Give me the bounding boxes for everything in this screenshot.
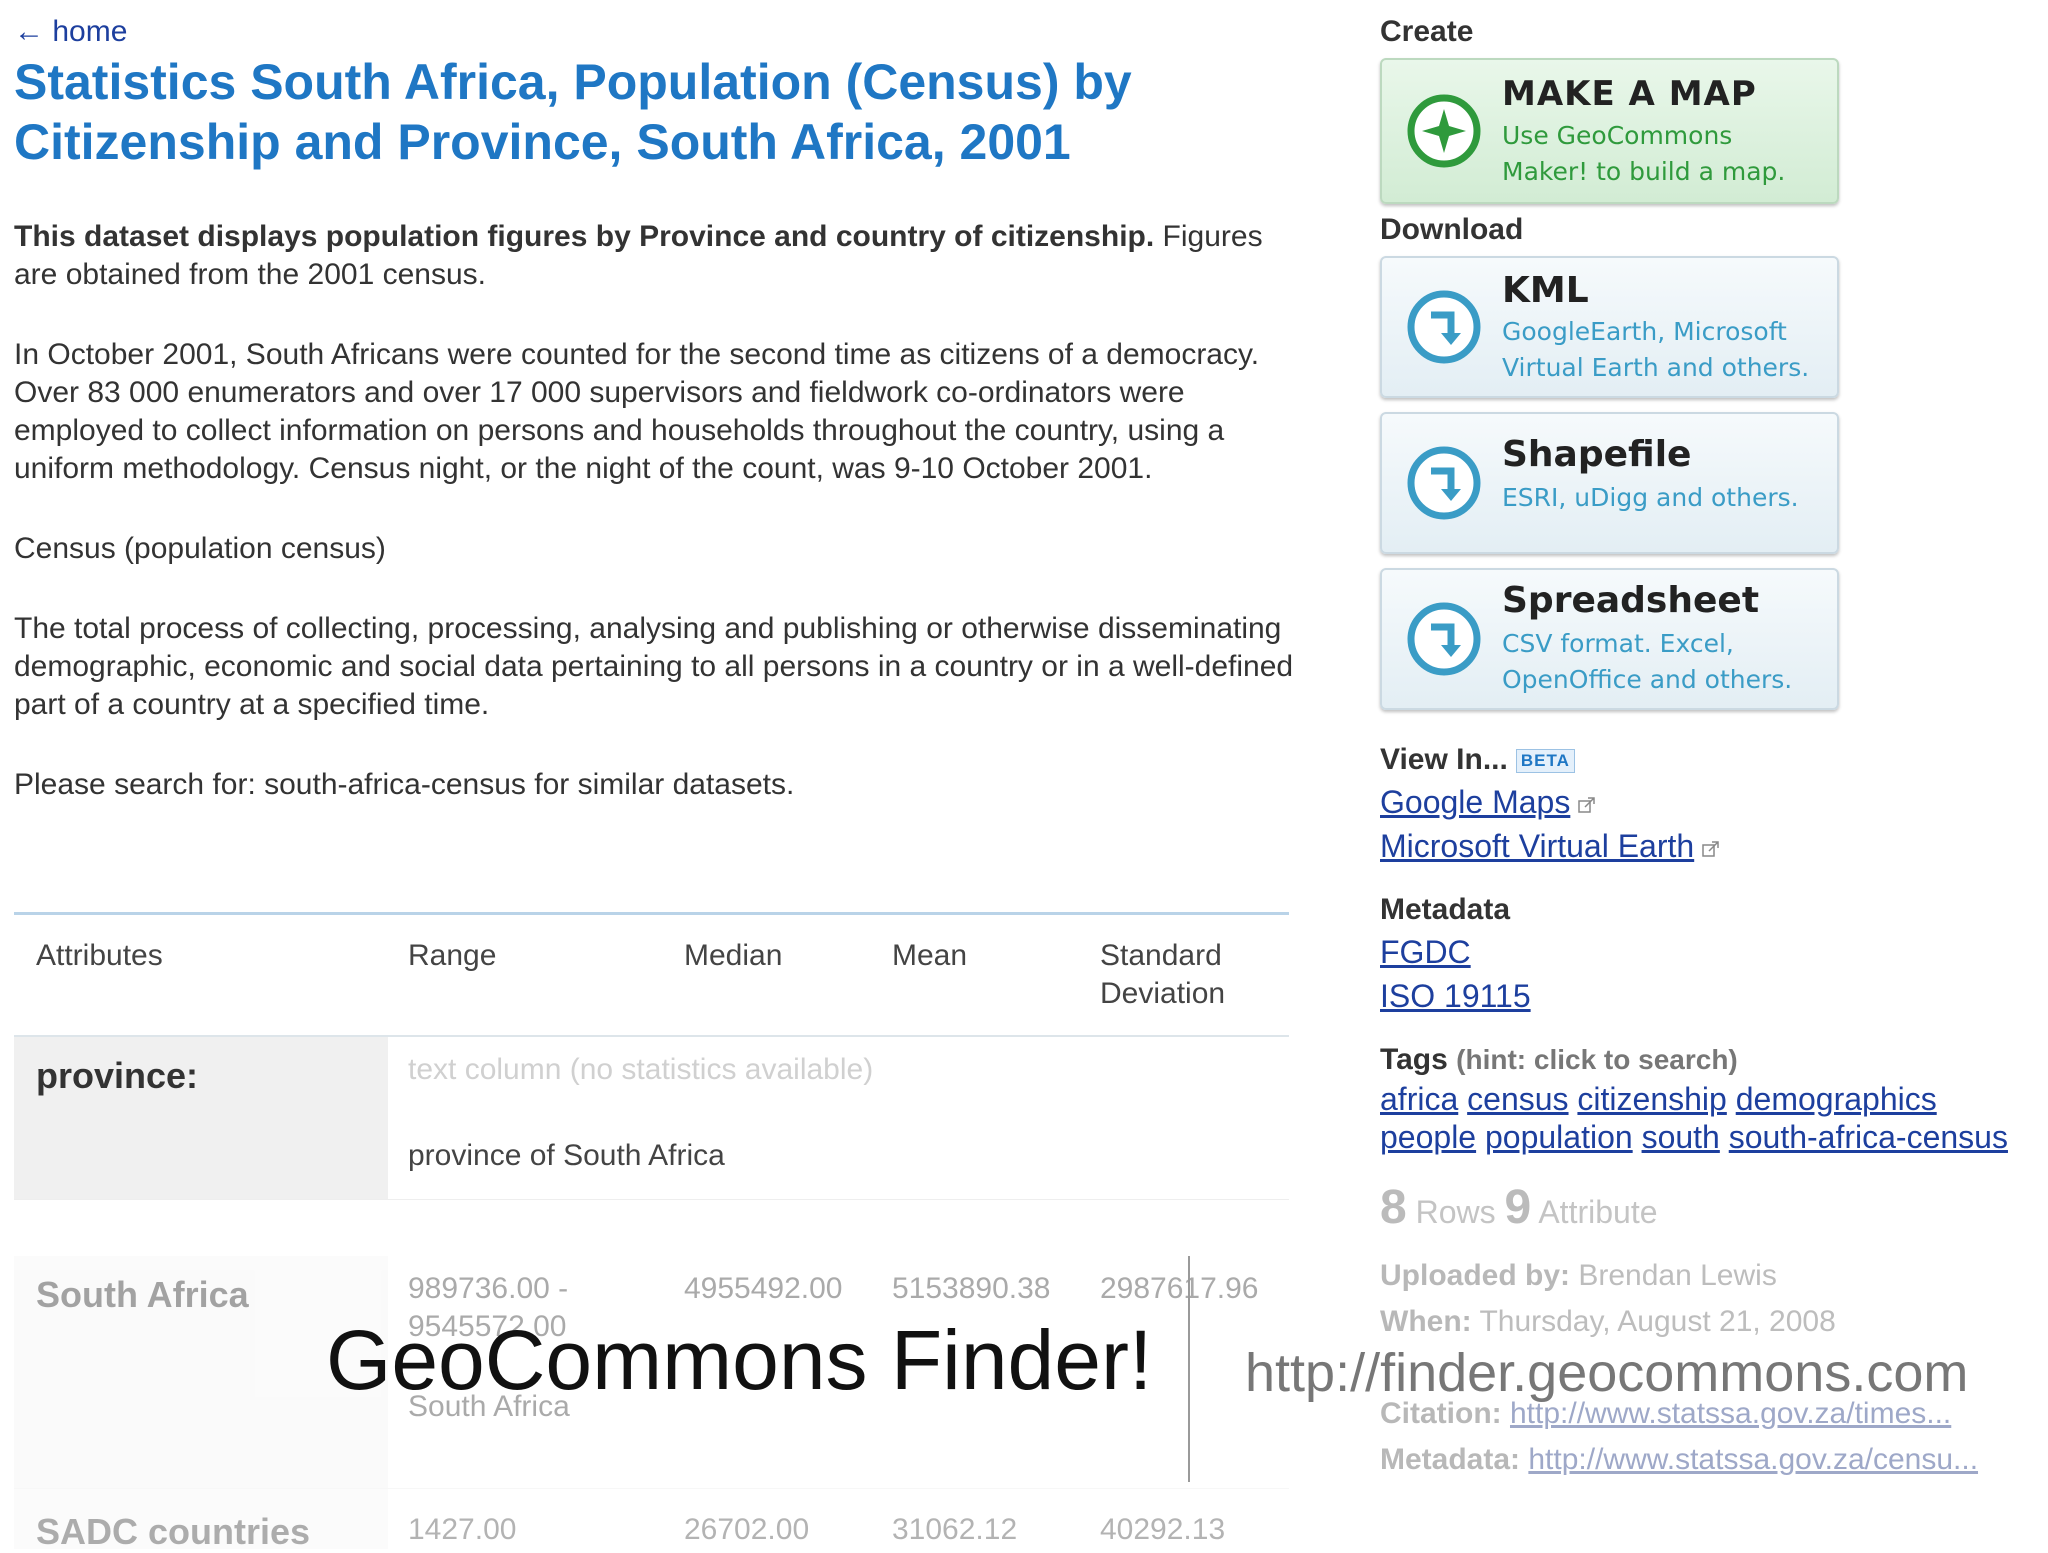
row-label: SADC countries (36, 1511, 311, 1552)
tag-link[interactable]: people (1380, 1119, 1476, 1155)
header-standard: Standard (1100, 939, 1222, 972)
spreadsheet-title: Spreadsheet (1502, 580, 1760, 621)
uploaded-by-label: Uploaded by: (1380, 1259, 1571, 1292)
std-value: 40292.13 (1100, 1513, 1226, 1546)
metadata-url-link[interactable]: http://www.statssa.gov.za/censu... (1528, 1443, 1978, 1476)
sidebar: Create MAKE A MAP Use GeoCommons Maker! … (1380, 12, 2040, 1483)
overlay-divider (1188, 1256, 1190, 1482)
view-in-label: View In... (1380, 743, 1508, 776)
description-paragraph: In October 2001, South Africans were cou… (14, 338, 1260, 485)
spreadsheet-line1: CSV format. Excel, (1502, 629, 1734, 658)
header-attributes: Attributes (36, 939, 163, 972)
table-row: province: text column (no statistics ava… (14, 1037, 1289, 1200)
view-in-section: View In... BETA Google Maps Microsoft Vir… (1380, 740, 2040, 868)
row-description: province of South Africa (408, 1139, 725, 1172)
tag-link[interactable]: africa (1380, 1081, 1458, 1117)
download-arrow-icon (1407, 290, 1481, 364)
table-header-row: Attributes Range Median Mean Standard De… (14, 915, 1289, 1037)
tags-section: Tags (hint: click to search) africa cens… (1380, 1040, 2040, 1156)
make-map-title: MAKE A MAP (1502, 74, 1757, 114)
make-map-line1: Use GeoCommons (1502, 121, 1733, 150)
download-kml-button[interactable]: KML GoogleEarth, Microsoft Virtual Earth… (1380, 256, 1839, 398)
tags-heading: Tags (hint: click to search) (1380, 1040, 2040, 1080)
tags-hint: (hint: click to search) (1456, 1044, 1738, 1075)
mean-value: 5153890.38 (892, 1272, 1051, 1305)
dataset-main: ← home Statistics South Africa, Populati… (14, 12, 1294, 804)
home-link[interactable]: ← home (14, 12, 1294, 52)
tag-link[interactable]: citizenship (1577, 1081, 1726, 1117)
virtual-earth-link[interactable]: Microsoft Virtual Earth (1380, 828, 1694, 864)
when-value: Thursday, August 21, 2008 (1479, 1305, 1836, 1338)
median-value: 26702.00 (684, 1513, 810, 1546)
description-lead: This dataset displays population figures… (14, 218, 1294, 294)
kml-line2: Virtual Earth and others. (1502, 353, 1810, 382)
rows-count: 8 (1380, 1181, 1407, 1234)
census-definition: The total process of collecting, process… (14, 612, 1294, 721)
download-arrow-icon (1407, 446, 1481, 520)
dataset-counts: 8 Rows 9 Attribute (1380, 1180, 2040, 1235)
tag-link[interactable]: south (1642, 1119, 1720, 1155)
attribute-count: 9 (1504, 1181, 1532, 1234)
tag-link[interactable]: census (1467, 1081, 1568, 1117)
row-note: text column (no statistics available) (408, 1053, 874, 1086)
shapefile-line1: ESRI, uDigg and others. (1502, 483, 1799, 512)
std-value: 2987617.96 (1100, 1272, 1259, 1305)
fgdc-link[interactable]: FGDC (1380, 934, 1471, 970)
header-range: Range (408, 939, 497, 972)
overlay-url: http://finder.geocommons.com (1245, 1343, 1969, 1403)
beta-badge: BETA (1515, 749, 1575, 774)
external-link-icon (1578, 796, 1596, 813)
row-spacer (14, 1200, 1289, 1256)
range-min: 989736.00 - (408, 1272, 569, 1305)
tag-link[interactable]: demographics (1736, 1081, 1937, 1117)
range-min: 1427.00 (408, 1513, 517, 1546)
row-label: province: (36, 1055, 199, 1096)
rows-label: Rows (1415, 1194, 1496, 1230)
download-shapefile-button[interactable]: Shapefile ESRI, uDigg and others. (1380, 412, 1839, 554)
tags-label: Tags (1380, 1043, 1448, 1076)
download-arrow-icon (1407, 602, 1481, 676)
tag-link[interactable]: population (1485, 1119, 1633, 1155)
shapefile-title: Shapefile (1502, 434, 1692, 475)
census-type: Census (population census) (14, 532, 386, 565)
mean-value: 31062.12 (892, 1513, 1018, 1546)
iso-19115-link[interactable]: ISO 19115 (1380, 978, 1531, 1014)
metadata-heading: Metadata (1380, 893, 1511, 926)
download-heading: Download (1380, 213, 1524, 246)
overlay-title: GeoCommons Finder! (326, 1313, 1153, 1407)
google-maps-link[interactable]: Google Maps (1380, 784, 1570, 820)
make-map-line2: Maker! to build a map. (1502, 157, 1786, 186)
search-hint: Please search for: south-africa-census f… (14, 768, 795, 801)
header-deviation: Deviation (1100, 977, 1226, 1010)
view-in-heading: View In... BETA (1380, 740, 2040, 780)
kml-line1: GoogleEarth, Microsoft (1502, 317, 1787, 346)
create-heading: Create (1380, 15, 1474, 48)
spreadsheet-line2: OpenOffice and others. (1502, 665, 1793, 694)
page-title: Statistics South Africa, Population (Cen… (14, 54, 1132, 170)
statistics-table: Attributes Range Median Mean Standard De… (14, 912, 1289, 1552)
median-value: 4955492.00 (684, 1272, 843, 1305)
kml-title: KML (1502, 270, 1589, 311)
metadata-section: Metadata FGDC ISO 19115 (1380, 890, 2040, 1018)
header-mean: Mean (892, 939, 968, 972)
attribute-label: Attribute (1538, 1194, 1658, 1230)
when-label: When: (1380, 1305, 1472, 1338)
make-map-button[interactable]: MAKE A MAP Use GeoCommons Maker! to buil… (1380, 58, 1839, 204)
metadata-url-label: Metadata: (1380, 1443, 1521, 1476)
tag-link[interactable]: south-africa-census (1729, 1119, 2008, 1155)
row-label: South Africa (36, 1274, 249, 1315)
compass-icon (1407, 94, 1481, 168)
header-median: Median (684, 939, 783, 972)
uploaded-by-value: Brendan Lewis (1578, 1259, 1777, 1292)
download-spreadsheet-button[interactable]: Spreadsheet CSV format. Excel, OpenOffic… (1380, 568, 1839, 710)
table-row: SADC countries 1427.00 26702.00 31062.12… (14, 1489, 1289, 1552)
external-link-icon (1702, 840, 1719, 857)
description-lead-bold: This dataset displays population figures… (14, 220, 1155, 253)
